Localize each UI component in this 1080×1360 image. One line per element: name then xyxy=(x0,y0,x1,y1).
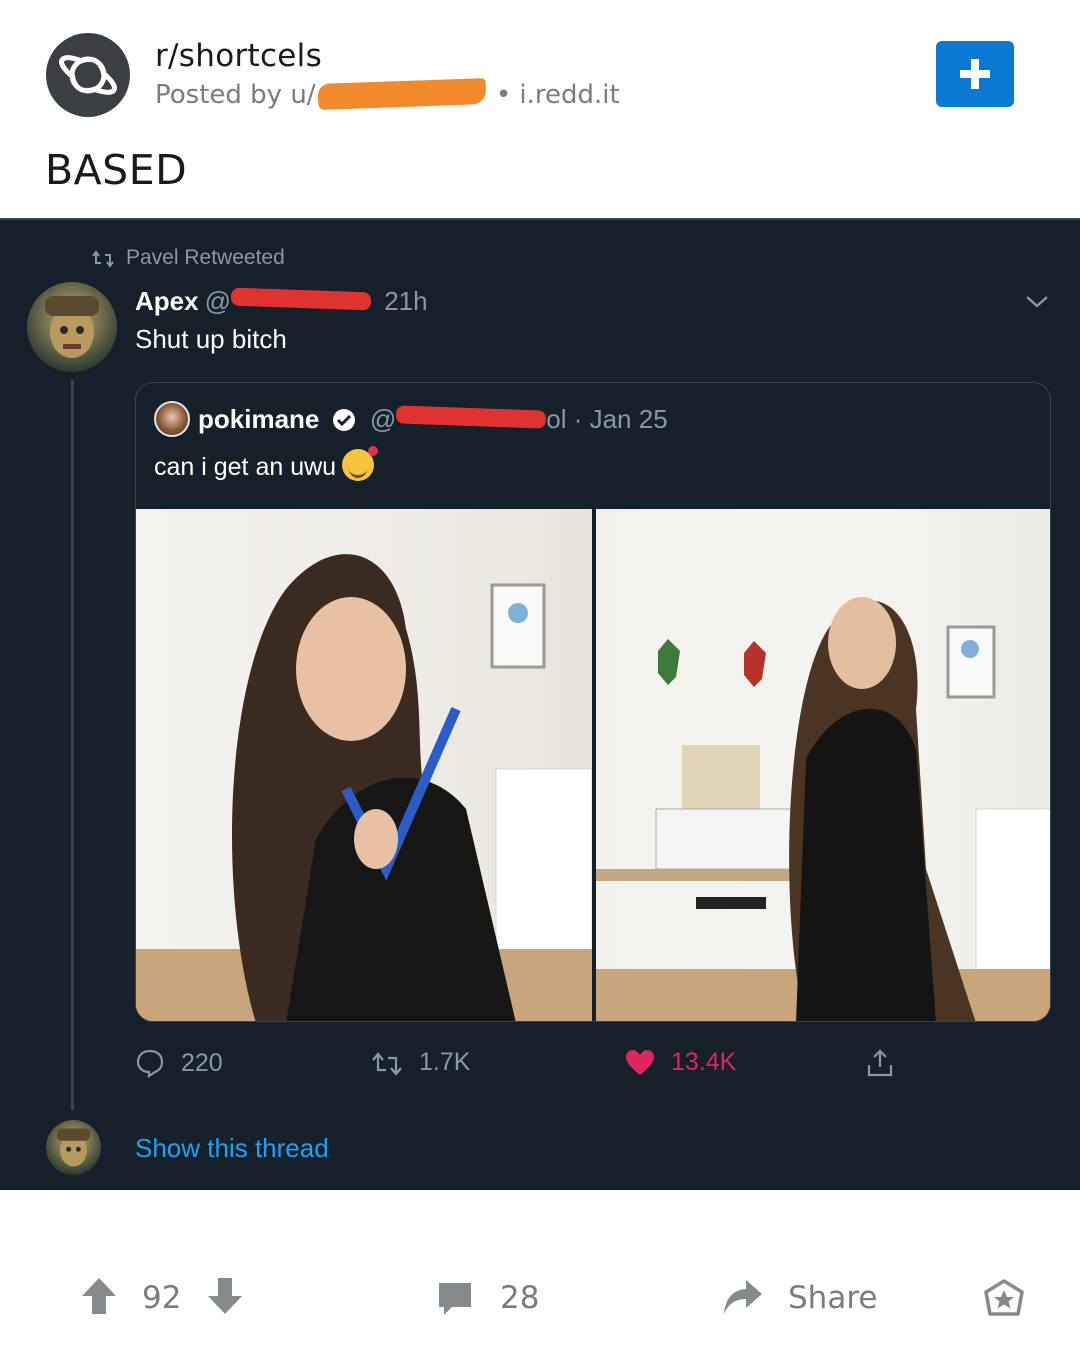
post-header: r/shortcels Posted by u/ • i.redd.it BAS… xyxy=(0,0,1080,218)
tweet-actions: 220 1.7K 13.4K xyxy=(135,1048,1051,1088)
tweet-author-line: Apex @ 21h xyxy=(135,286,428,317)
share-arrow-icon xyxy=(724,1280,762,1314)
retweet-button[interactable]: 1.7K xyxy=(371,1048,470,1077)
show-thread-link[interactable]: Show this thread xyxy=(135,1133,329,1164)
award-icon[interactable] xyxy=(982,1278,1026,1322)
tweet-time[interactable]: 21h xyxy=(384,286,427,316)
reply-icon xyxy=(136,1049,164,1079)
quoted-author-name[interactable]: pokimane xyxy=(198,404,319,434)
thread-avatar[interactable] xyxy=(46,1120,101,1175)
quoted-handle-redaction xyxy=(395,405,547,429)
comment-count: 28 xyxy=(500,1280,540,1316)
like-count: 13.4K xyxy=(671,1048,737,1076)
handle-redaction xyxy=(230,287,372,311)
retweet-action-icon xyxy=(372,1052,402,1076)
subreddit-name[interactable]: r/shortcels xyxy=(155,38,322,74)
reply-count: 220 xyxy=(181,1049,223,1077)
quoted-photo-1[interactable] xyxy=(136,509,592,1021)
quoted-tweet[interactable]: pokimane @ ol · Jan 25 can i get an uwu xyxy=(135,382,1051,1022)
quoted-photo-2[interactable] xyxy=(596,509,1050,1021)
retweet-count: 1.7K xyxy=(419,1048,471,1076)
upvote-arrow-icon[interactable] xyxy=(80,1276,118,1316)
quoted-tweet-text: can i get an uwu xyxy=(154,446,379,482)
post-domain[interactable]: • i.redd.it xyxy=(496,80,620,110)
tweet-screenshot[interactable]: Pavel Retweeted Apex @ 21h Shut up bitch … xyxy=(0,218,1080,1190)
share-label: Share xyxy=(788,1280,878,1316)
username-redaction xyxy=(317,78,486,110)
retweeted-by-text: Pavel Retweeted xyxy=(126,246,285,269)
quoted-handle[interactable]: @ ol · Jan 25 xyxy=(370,404,668,434)
verified-badge-icon xyxy=(332,409,355,431)
comment-bubble-icon xyxy=(439,1283,471,1315)
vote-score: 92 xyxy=(142,1280,182,1316)
tweet-text: Shut up bitch xyxy=(135,324,287,354)
author-avatar[interactable] xyxy=(27,282,117,372)
reply-button[interactable]: 220 xyxy=(135,1048,223,1079)
retweet-icon xyxy=(92,250,114,268)
tweet-share-button[interactable] xyxy=(865,1048,911,1078)
join-button[interactable] xyxy=(936,41,1014,107)
thread-connector xyxy=(71,380,74,1110)
quoted-avatar[interactable] xyxy=(154,401,190,437)
upload-share-icon xyxy=(867,1049,893,1077)
posted-by-line: Posted by u/ • i.redd.it xyxy=(155,78,620,110)
quoted-text: can i get an uwu xyxy=(154,453,337,481)
author-name[interactable]: Apex xyxy=(135,286,199,316)
chevron-down-icon[interactable] xyxy=(1022,292,1052,312)
downvote-arrow-icon[interactable] xyxy=(206,1276,244,1316)
post-actions-bar: 92 28 Share xyxy=(0,1190,1080,1360)
retweet-indicator: Pavel Retweeted xyxy=(92,246,285,270)
heart-icon xyxy=(626,1050,654,1075)
smiling-heart-emoji-icon xyxy=(342,446,379,481)
plus-icon xyxy=(960,59,990,89)
like-button[interactable]: 13.4K xyxy=(625,1048,736,1077)
quoted-author-line: pokimane @ ol · Jan 25 xyxy=(154,401,668,437)
author-handle[interactable]: @ xyxy=(205,286,372,316)
subreddit-planet-icon[interactable] xyxy=(46,33,130,117)
posted-by-label[interactable]: Posted by u/ xyxy=(155,80,316,110)
post-title[interactable]: BASED xyxy=(45,146,187,194)
